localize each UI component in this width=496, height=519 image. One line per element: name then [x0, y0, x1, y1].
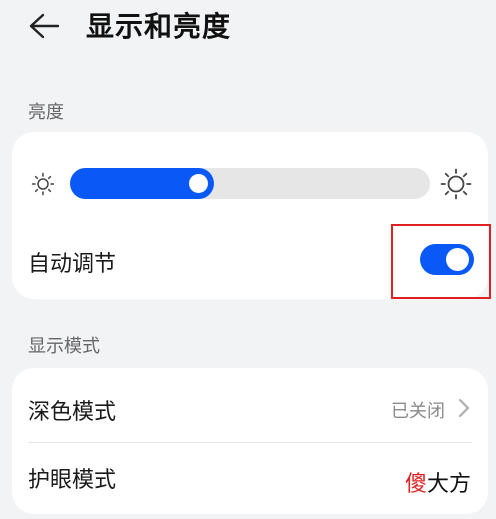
page-title: 显示和亮度: [86, 10, 232, 43]
display-mode-section-label: 显示模式: [28, 336, 100, 357]
divider: [28, 442, 472, 443]
watermark-text: 傻大方: [405, 466, 471, 498]
brightness-section-label: 亮度: [28, 102, 64, 123]
back-button[interactable]: [26, 10, 62, 42]
watermark-red-part: 傻: [405, 472, 428, 497]
auto-adjust-label: 自动调节: [28, 252, 117, 277]
dark-mode-label[interactable]: 深色模式: [28, 394, 116, 426]
chevron-right-icon[interactable]: [458, 398, 470, 418]
eye-comfort-label[interactable]: 护眼模式: [28, 462, 116, 494]
brightness-slider[interactable]: [70, 168, 430, 199]
sun-low-icon: [31, 172, 55, 196]
watermark-black-part: 大方: [427, 472, 472, 497]
brightness-slider-thumb[interactable]: [189, 174, 208, 193]
highlight-annotation-box: [391, 224, 491, 299]
dark-mode-value: 已关闭: [391, 401, 445, 422]
header-bar: 显示和亮度: [0, 0, 496, 52]
arrow-left-icon: [29, 13, 60, 39]
sun-high-icon: [440, 168, 472, 200]
